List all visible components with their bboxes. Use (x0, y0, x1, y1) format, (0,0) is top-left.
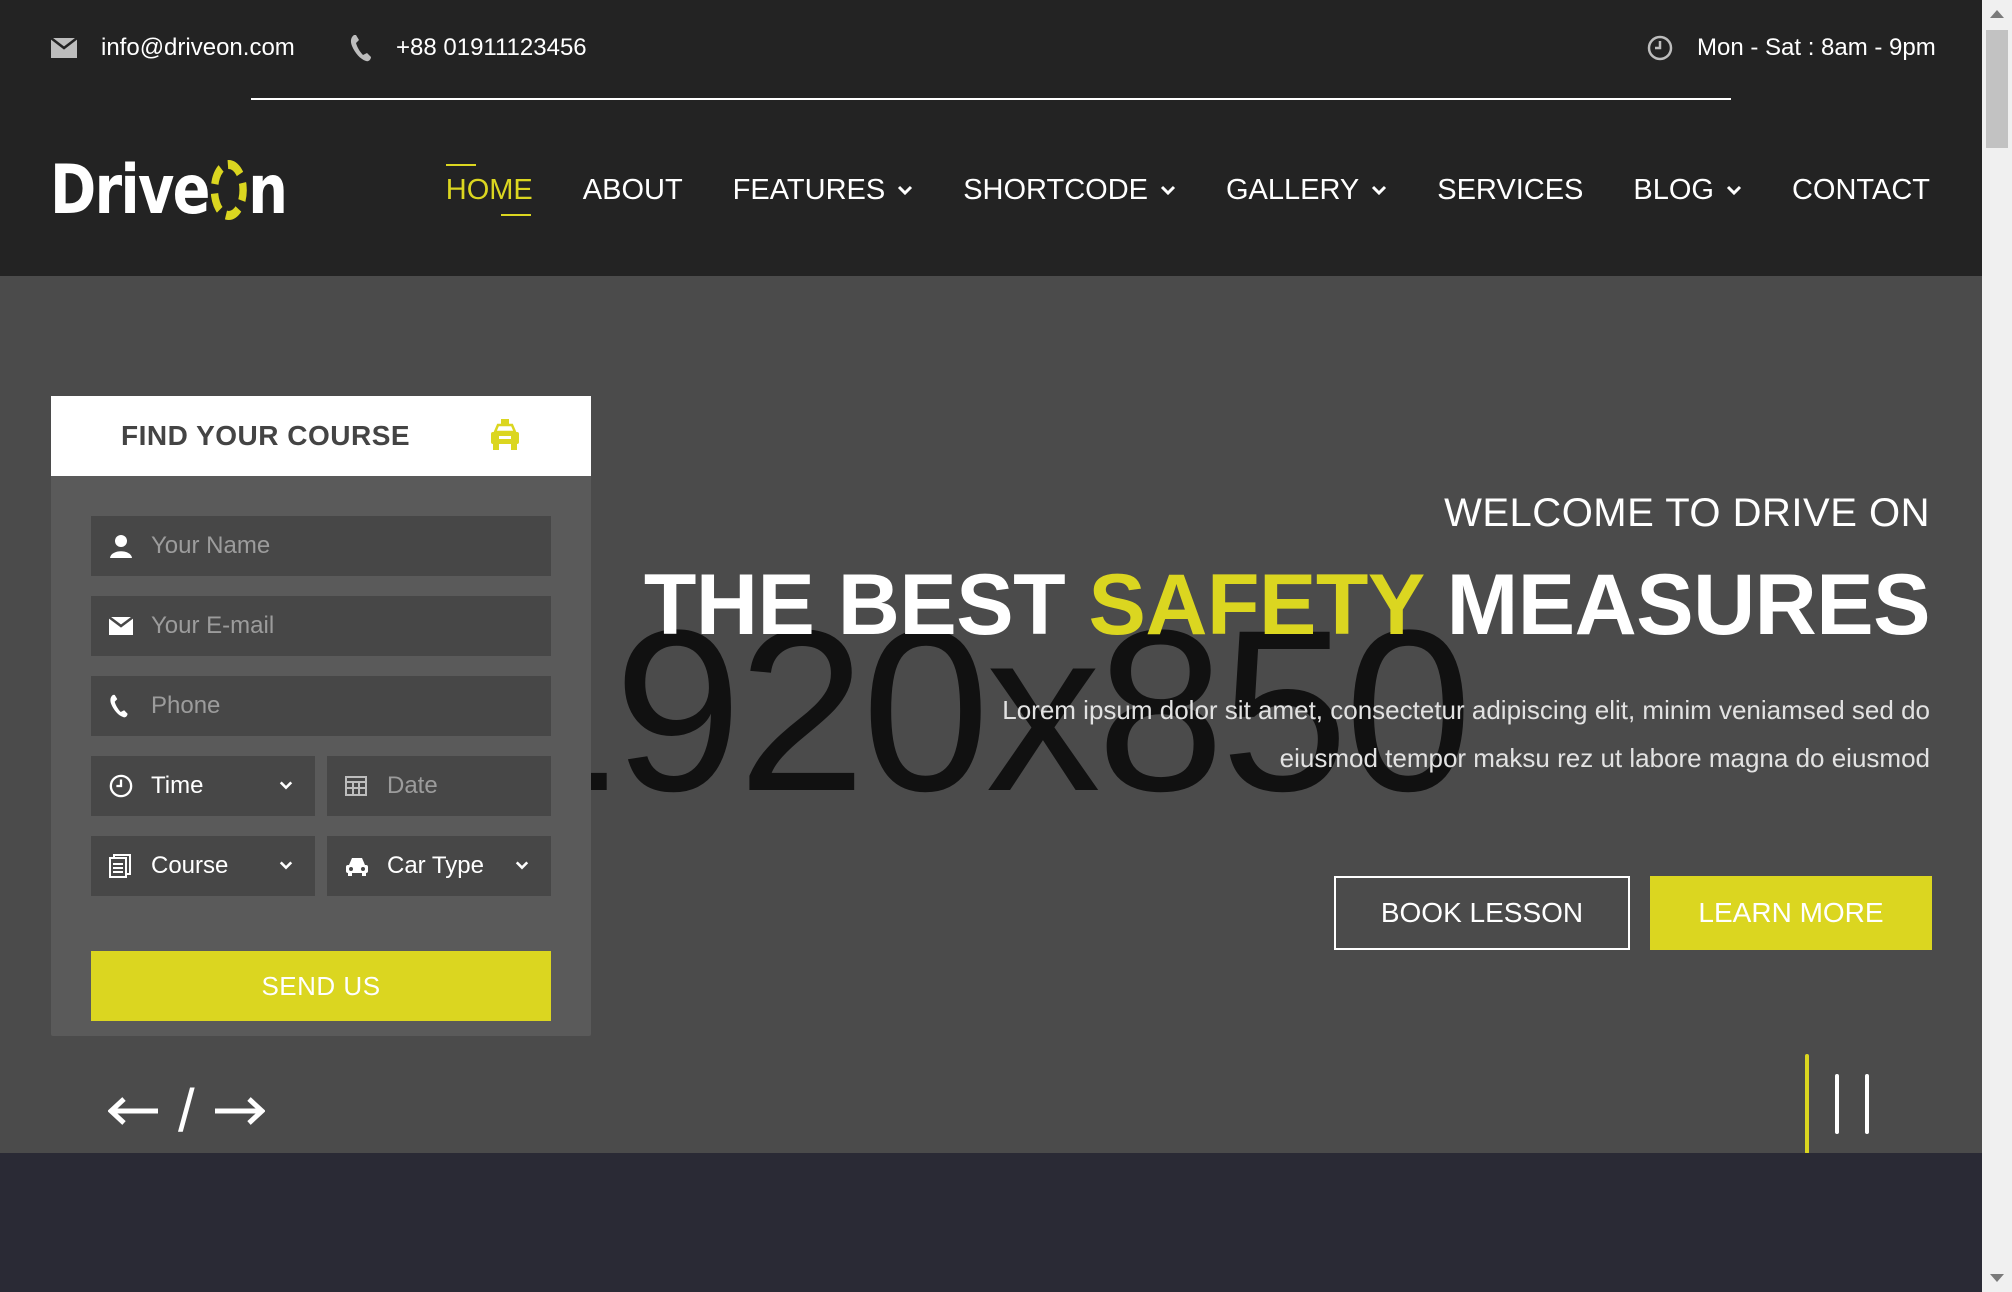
page: info@driveon.com +88 01911123456 Mon - S… (0, 0, 1982, 1292)
contact-phone-text: +88 01911123456 (396, 34, 587, 61)
scroll-up-arrow-icon[interactable] (1990, 10, 2004, 18)
nav-contact[interactable]: CONTACT (1792, 160, 1930, 220)
hero-description: Lorem ipsum dolor sit amet, consectetur … (930, 686, 1930, 782)
chevron-down-icon (898, 185, 913, 195)
car-type-select[interactable]: Car Type (327, 836, 551, 896)
phone-placeholder: Phone (151, 692, 221, 719)
hero-headline: THE BEST SAFETY MEASURES (643, 556, 1931, 655)
slider-arrows: / (108, 1076, 265, 1145)
page-scrollbar[interactable] (1982, 0, 2012, 1292)
arrow-left-icon[interactable] (108, 1096, 160, 1126)
envelope-icon (51, 38, 77, 58)
slide-indicator-active[interactable] (1805, 1054, 1809, 1153)
chevron-down-icon (1726, 185, 1742, 195)
email-input[interactable]: Your E-mail (91, 596, 551, 656)
form-header: FIND YOUR COURSE (51, 396, 591, 476)
taxi-icon (491, 419, 519, 450)
chevron-down-icon (515, 861, 529, 870)
phone-icon (110, 694, 128, 718)
contact-email[interactable]: info@driveon.com (51, 30, 295, 66)
contact-phone[interactable]: +88 01911123456 (350, 30, 587, 66)
user-icon (110, 535, 132, 558)
slide-indicator[interactable] (1835, 1074, 1839, 1134)
arrow-right-icon[interactable] (213, 1096, 265, 1126)
main-nav: HOME ABOUT FEATURES SHORTCODE GALLERY SE… (396, 160, 1930, 220)
hero-description-line-1: Lorem ipsum dolor sit amet, consectetur … (1002, 695, 1930, 725)
chevron-down-icon (1160, 185, 1176, 195)
email-placeholder: Your E-mail (151, 612, 275, 639)
calendar-icon (345, 776, 367, 796)
site-logo[interactable]: Drive n (50, 151, 288, 230)
chevron-down-icon (1372, 185, 1387, 195)
headline-part-a: THE BEST (643, 557, 1089, 653)
opening-hours: Mon - Sat : 8am - 9pm (1647, 30, 1936, 66)
logo-text-left: Drive (50, 150, 210, 230)
phone-input[interactable]: Phone (91, 676, 551, 736)
name-input[interactable]: Your Name (91, 516, 551, 576)
car-type-value: Car Type (387, 852, 484, 879)
nav-shortcode[interactable]: SHORTCODE (963, 160, 1176, 220)
name-placeholder: Your Name (151, 532, 271, 559)
book-lesson-button[interactable]: BOOK LESSON (1334, 876, 1630, 950)
hero-slider: 1920x850 FIND YOUR COURSE Your Name Your… (0, 276, 1982, 1153)
time-value: Time (151, 772, 204, 799)
logo-wheel-icon (210, 160, 247, 220)
send-us-button[interactable]: SEND US (91, 951, 551, 1021)
nav-about[interactable]: ABOUT (583, 160, 683, 220)
nav-gallery[interactable]: GALLERY (1226, 160, 1387, 220)
course-value: Course (151, 852, 229, 879)
main-header: Drive n HOME ABOUT FEATURES SHORTCODE GA… (0, 100, 1982, 276)
scroll-down-arrow-icon[interactable] (1990, 1274, 2004, 1282)
arrow-separator: / (178, 1077, 195, 1144)
opening-hours-text: Mon - Sat : 8am - 9pm (1697, 34, 1936, 61)
chevron-down-icon (279, 781, 293, 790)
find-course-form: FIND YOUR COURSE Your Name Your E-mail P… (51, 396, 591, 1036)
form-title: FIND YOUR COURSE (121, 420, 411, 451)
top-contact-bar: info@driveon.com +88 01911123456 Mon - S… (0, 0, 1982, 100)
clock-icon (109, 774, 133, 798)
logo-text-right: n (248, 150, 288, 230)
nav-home[interactable]: HOME (445, 160, 533, 220)
headline-part-b: MEASURES (1423, 557, 1931, 653)
clock-icon (1647, 35, 1673, 61)
course-select[interactable]: Course (91, 836, 315, 896)
nav-features[interactable]: FEATURES (733, 160, 914, 220)
learn-more-button[interactable]: LEARN MORE (1650, 876, 1932, 950)
slide-indicators (1800, 1054, 1880, 1153)
slide-indicator[interactable] (1865, 1074, 1869, 1134)
phone-icon (350, 35, 371, 62)
nav-blog[interactable]: BLOG (1633, 160, 1742, 220)
car-icon (346, 858, 368, 876)
hero-description-line-2: eiusmod tempor maksu rez ut labore magna… (1279, 743, 1930, 773)
nav-services[interactable]: SERVICES (1437, 160, 1583, 220)
scrollbar-thumb[interactable] (1986, 30, 2008, 148)
date-placeholder: Date (387, 772, 438, 799)
hero-welcome: WELCOME TO DRIVE ON (1444, 491, 1930, 535)
envelope-icon (109, 617, 133, 635)
chevron-down-icon (279, 861, 293, 870)
headline-highlight: SAFETY (1088, 557, 1424, 653)
contact-email-text: info@driveon.com (101, 34, 295, 61)
next-section (0, 1153, 1982, 1292)
time-select[interactable]: Time (91, 756, 315, 816)
date-input[interactable]: Date (327, 756, 551, 816)
document-icon (109, 854, 131, 878)
